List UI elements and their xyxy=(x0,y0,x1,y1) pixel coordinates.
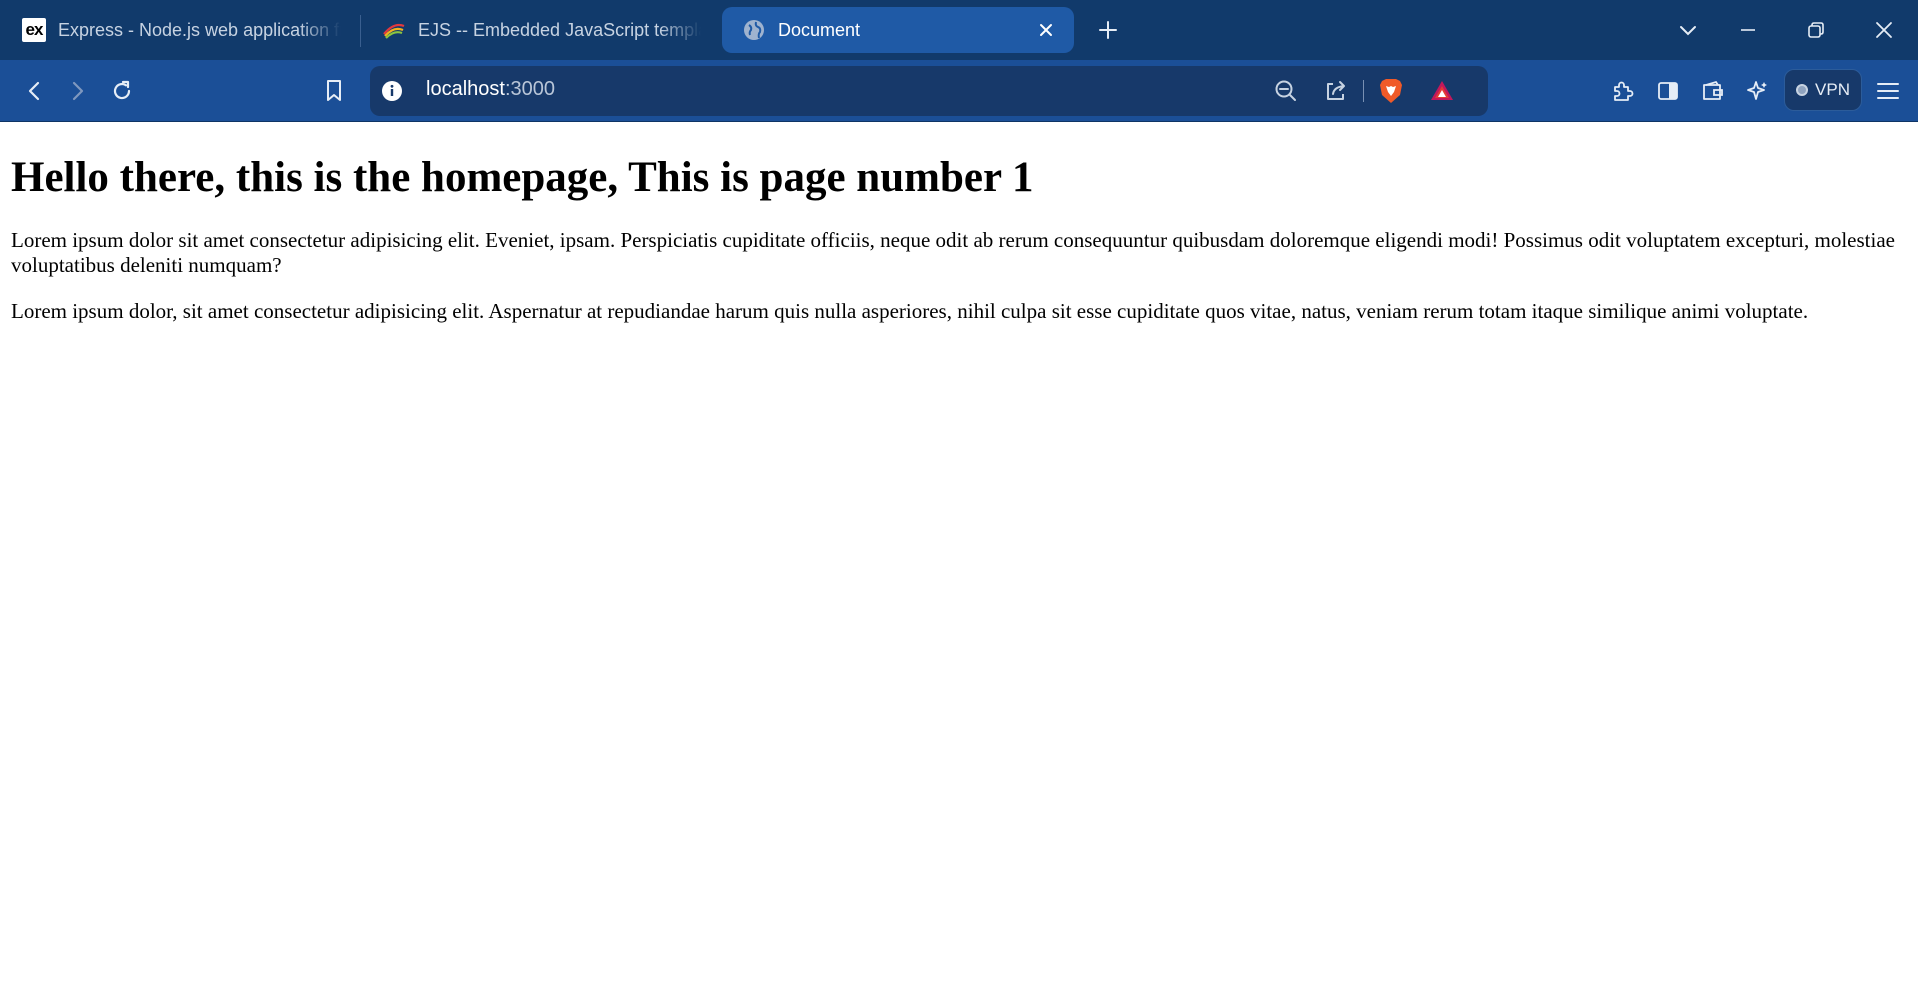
tab-label: Express - Node.js web application fr xyxy=(58,19,341,40)
vpn-button[interactable]: VPN xyxy=(1784,69,1862,111)
page-content: Hello there, this is the homepage, This … xyxy=(0,122,1918,982)
paragraph-2: Lorem ipsum dolor, sit amet consectetur … xyxy=(11,298,1809,323)
tab-label: EJS -- Embedded JavaScript templat xyxy=(418,19,701,40)
extensions-icon[interactable] xyxy=(1604,73,1640,109)
sidebar-icon[interactable] xyxy=(1650,73,1686,109)
share-icon[interactable] xyxy=(1318,73,1354,109)
tab-search-chevron-icon[interactable] xyxy=(1670,12,1706,48)
navigation-toolbar: localhost:3000 VPN xyxy=(0,60,1918,122)
tab-label: Document xyxy=(778,19,861,40)
ejs-icon xyxy=(382,18,406,42)
vpn-label: VPN xyxy=(1815,80,1850,99)
globe-icon xyxy=(742,18,766,42)
leo-ai-icon[interactable] xyxy=(1740,73,1776,109)
back-icon[interactable] xyxy=(16,73,52,109)
brave-shields-icon[interactable] xyxy=(1373,73,1409,109)
brave-rewards-icon[interactable] xyxy=(1424,73,1460,109)
close-tab-icon[interactable] xyxy=(1032,16,1060,44)
zoom-out-icon[interactable] xyxy=(1268,73,1304,109)
reload-icon[interactable] xyxy=(104,73,140,109)
url-text[interactable]: localhost:3000 xyxy=(426,78,555,101)
restore-icon[interactable] xyxy=(1798,12,1834,48)
browser-window: ex Express - Node.js web application fr … xyxy=(0,0,1918,982)
paragraph-1: Lorem ipsum dolor sit amet consectetur a… xyxy=(11,228,1895,278)
vpn-status-icon xyxy=(1796,84,1809,96)
wallet-icon[interactable] xyxy=(1695,73,1731,109)
tab-document[interactable]: Document xyxy=(722,7,1074,53)
express-icon: ex xyxy=(22,18,46,42)
url-port: :3000 xyxy=(504,78,555,100)
site-info-icon[interactable] xyxy=(374,73,410,109)
minimize-icon[interactable] xyxy=(1730,12,1766,48)
bookmark-icon[interactable] xyxy=(316,73,352,109)
menu-icon[interactable] xyxy=(1870,73,1906,109)
new-tab-button[interactable] xyxy=(1092,14,1124,46)
url-host: localhost xyxy=(426,78,505,100)
forward-icon[interactable] xyxy=(60,73,96,109)
tab-strip: ex Express - Node.js web application fr … xyxy=(0,0,1918,60)
tab-express[interactable]: ex Express - Node.js web application fr xyxy=(0,7,355,53)
address-bar[interactable]: localhost:3000 xyxy=(370,66,1488,116)
address-bar-divider xyxy=(1363,80,1364,102)
page-heading: Hello there, this is the homepage, This … xyxy=(11,154,1034,201)
close-window-icon[interactable] xyxy=(1866,12,1902,48)
tab-ejs[interactable]: EJS -- Embedded JavaScript templat xyxy=(360,7,715,53)
